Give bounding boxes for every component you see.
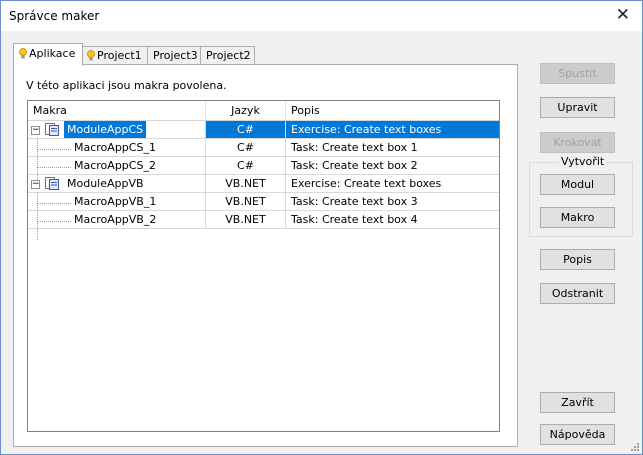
macro-name-cell: − ModuleAppVB bbox=[28, 175, 206, 193]
window-title: Správce maker bbox=[9, 9, 100, 23]
collapse-icon[interactable]: − bbox=[31, 126, 40, 135]
list-item[interactable]: MacroAppCS_1 C# Task: Create text box 1 bbox=[28, 139, 499, 157]
macro-description: Exercise: Create text boxes bbox=[286, 121, 499, 139]
macro-language: VB.NET bbox=[206, 175, 286, 193]
list-item[interactable]: − ModuleAppVB VB.NET Exercise: Create te… bbox=[28, 175, 499, 193]
macro-name: ModuleAppCS bbox=[64, 121, 147, 138]
macro-button[interactable]: Makro bbox=[540, 207, 615, 228]
module-icon bbox=[45, 123, 59, 136]
macro-name-cell: MacroAppCS_2 bbox=[28, 157, 206, 175]
macro-description: Task: Create text box 2 bbox=[286, 157, 499, 175]
macro-language: C# bbox=[206, 139, 286, 157]
list-item[interactable]: MacroAppCS_2 C# Task: Create text box 2 bbox=[28, 157, 499, 175]
list-item[interactable]: MacroAppVB_2 VB.NET Task: Create text bo… bbox=[28, 211, 499, 229]
help-button[interactable]: Nápověda bbox=[540, 424, 615, 445]
tab-label: Project2 bbox=[206, 49, 251, 62]
step-button[interactable]: Krokovat bbox=[540, 132, 615, 153]
macro-language: VB.NET bbox=[206, 193, 286, 211]
collapse-icon[interactable]: − bbox=[31, 180, 40, 189]
tab-project1[interactable]: Project1 bbox=[81, 46, 149, 65]
macro-name: MacroAppVB_2 bbox=[74, 213, 157, 226]
list-item[interactable]: − ModuleAppCS C# Exercise: Create text b… bbox=[28, 121, 499, 139]
remove-button[interactable]: Odstranit bbox=[540, 283, 615, 304]
tab-panel: V této aplikaci jsou makra povolena. Mak… bbox=[13, 64, 518, 447]
tab-project2[interactable]: Project2 bbox=[200, 46, 255, 65]
macro-name-cell: MacroAppVB_1 bbox=[28, 193, 206, 211]
lightbulb-icon bbox=[87, 50, 95, 61]
macro-description: Task: Create text box 3 bbox=[286, 193, 499, 211]
close-icon[interactable]: ✕ bbox=[616, 5, 630, 25]
macro-name-cell: MacroAppVB_2 bbox=[28, 211, 206, 229]
tab-label: Aplikace bbox=[29, 47, 76, 60]
list-header: Makra Jazyk Popis bbox=[28, 101, 499, 121]
close-button[interactable]: Zavřít bbox=[540, 392, 615, 413]
tab-label: Project1 bbox=[97, 49, 142, 62]
run-button[interactable]: Spustit bbox=[540, 63, 615, 84]
macro-language: VB.NET bbox=[206, 211, 286, 229]
title-bar: Správce maker ✕ bbox=[1, 1, 642, 31]
description-button[interactable]: Popis bbox=[540, 249, 615, 270]
macro-language: C# bbox=[206, 157, 286, 175]
macro-list[interactable]: Makra Jazyk Popis − ModuleAppCS C# Exerc… bbox=[27, 100, 500, 432]
macro-name: MacroAppVB_1 bbox=[74, 195, 157, 208]
macro-description: Exercise: Create text boxes bbox=[286, 175, 499, 193]
create-group-label: Vytvořit bbox=[559, 155, 607, 168]
column-header-makra[interactable]: Makra bbox=[28, 101, 206, 120]
resize-grip-icon[interactable] bbox=[629, 441, 639, 451]
tab-label: Project3 bbox=[153, 49, 198, 62]
macro-name-cell: MacroAppCS_1 bbox=[28, 139, 206, 157]
tab-project3[interactable]: Project3 bbox=[147, 46, 202, 65]
tab-aplikace[interactable]: Aplikace bbox=[13, 43, 83, 66]
macro-name: ModuleAppVB bbox=[67, 177, 144, 190]
info-text: V této aplikaci jsou makra povolena. bbox=[26, 79, 227, 92]
macro-name-cell: − ModuleAppCS bbox=[28, 121, 206, 139]
list-item[interactable]: MacroAppVB_1 VB.NET Task: Create text bo… bbox=[28, 193, 499, 211]
column-header-jazyk[interactable]: Jazyk bbox=[206, 101, 286, 120]
macro-description: Task: Create text box 4 bbox=[286, 211, 499, 229]
macro-language: C# bbox=[206, 121, 286, 139]
column-header-popis[interactable]: Popis bbox=[286, 101, 499, 120]
lightbulb-icon bbox=[19, 48, 27, 59]
macro-description: Task: Create text box 1 bbox=[286, 139, 499, 157]
edit-button[interactable]: Upravit bbox=[540, 97, 615, 118]
macro-manager-window: Správce maker ✕ Aplikace Project1 Projec… bbox=[0, 0, 643, 455]
module-button[interactable]: Modul bbox=[540, 174, 615, 195]
macro-name: MacroAppCS_2 bbox=[74, 159, 156, 172]
macro-name: MacroAppCS_1 bbox=[74, 141, 156, 154]
module-icon bbox=[45, 177, 59, 190]
